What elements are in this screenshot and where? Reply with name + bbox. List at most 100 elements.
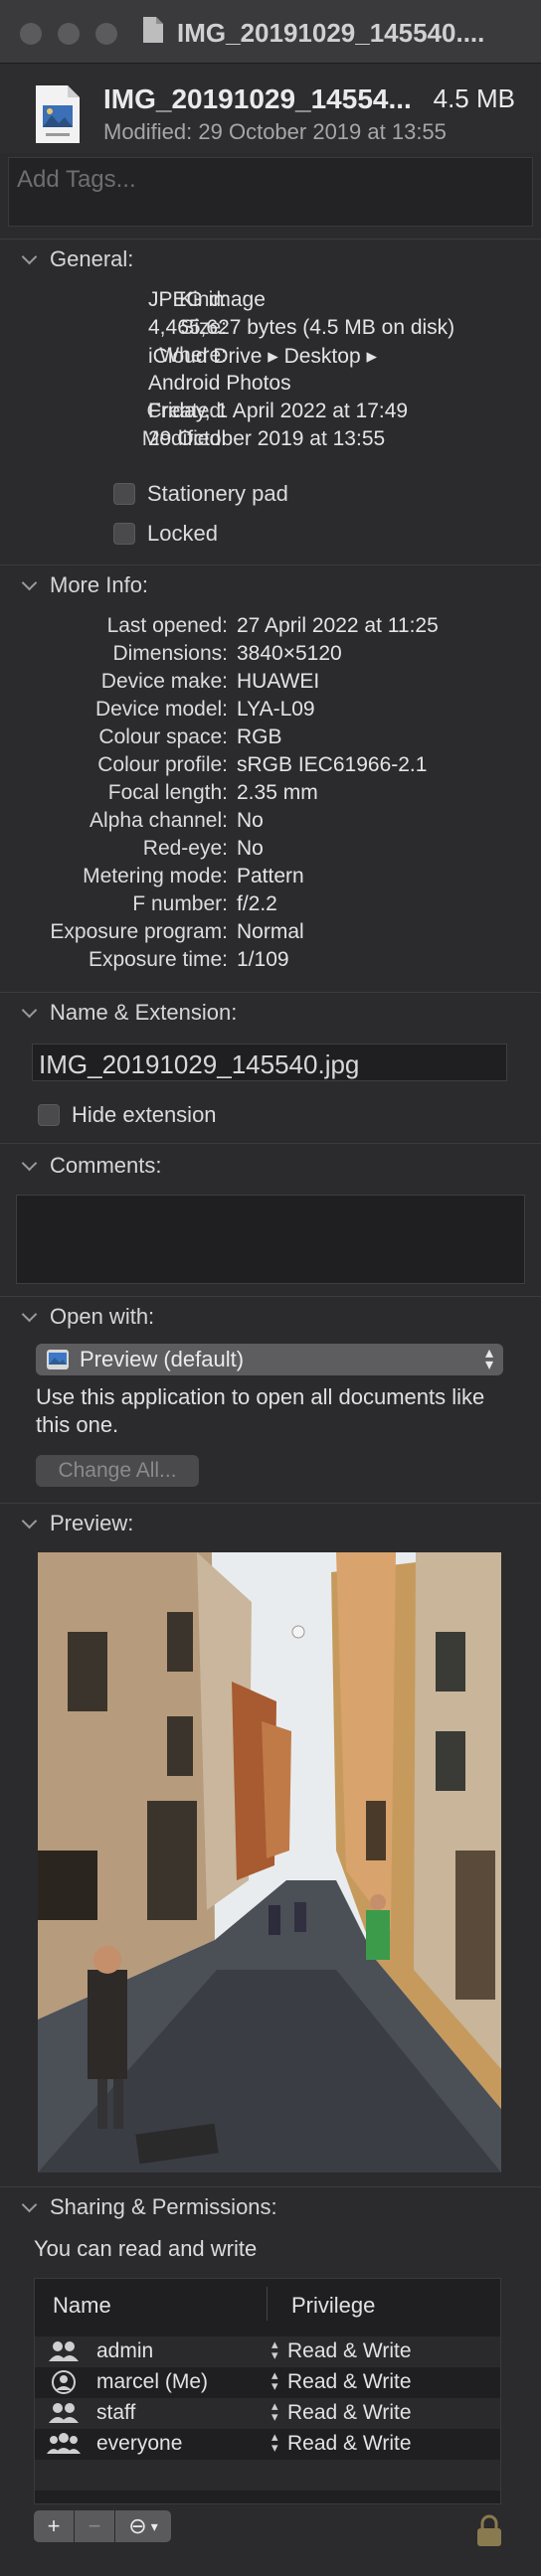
value: f/2.2 xyxy=(237,892,277,915)
permissions-table: Name Privilege admin ▴ ▾ Read & Write mar… xyxy=(34,2278,501,2504)
open-with-popup[interactable]: Preview (default) ▴ ▾ xyxy=(36,1344,503,1375)
table-row-empty xyxy=(35,2460,500,2491)
file-name-value: IMG_20191029_145540.jpg xyxy=(39,1049,360,1079)
label: Dimensions: xyxy=(112,642,228,665)
section-comments-toggle[interactable]: Comments: xyxy=(0,1149,541,1183)
user-name: staff xyxy=(96,2401,136,2424)
divider xyxy=(0,1296,541,1297)
table-row[interactable]: admin ▴ ▾ Read & Write xyxy=(35,2336,500,2367)
file-name: IMG_20191029_14554... xyxy=(103,83,412,114)
info-window: IMG_20191029_145540.... IMG_20191029_145… xyxy=(0,0,541,2576)
zoom-button[interactable] xyxy=(95,23,117,45)
table-row[interactable]: staff ▴ ▾ Read & Write xyxy=(35,2398,500,2429)
label: Focal length: xyxy=(107,781,228,804)
table-row[interactable]: everyone ▴ ▾ Read & Write xyxy=(35,2429,500,2460)
chevron-down-icon: ▾ xyxy=(150,2517,158,2534)
chevron-down-icon xyxy=(0,1300,50,1334)
checkbox-label: Hide extension xyxy=(72,1102,217,1127)
label: Device make: xyxy=(100,670,228,693)
street-photo-preview xyxy=(38,1552,501,2173)
value: HUAWEI xyxy=(237,670,320,693)
locked-checkbox[interactable]: Locked xyxy=(113,521,218,547)
section-name-extension-toggle[interactable]: Name & Extension: xyxy=(0,996,541,1030)
checkbox[interactable] xyxy=(38,1104,60,1126)
change-all-button[interactable]: Change All... xyxy=(36,1455,199,1487)
info-row-colour-profile: Colour profile: sRGB IEC61966-2.1 xyxy=(0,753,541,781)
add-user-button[interactable]: + xyxy=(34,2510,74,2542)
open-with-app-label: Preview (default) xyxy=(80,1347,245,1371)
chevron-down-icon xyxy=(0,1149,50,1183)
value: Normal xyxy=(237,920,304,943)
stationery-pad-checkbox[interactable]: Stationery pad xyxy=(113,481,288,507)
document-icon xyxy=(143,17,163,43)
value: LYA-L09 xyxy=(237,698,315,721)
lock-icon[interactable] xyxy=(475,2514,503,2548)
section-title: Sharing & Permissions: xyxy=(50,2194,277,2219)
user-name: admin xyxy=(96,2339,154,2362)
checkbox-label: Stationery pad xyxy=(147,481,288,506)
tags-placeholder: Add Tags... xyxy=(17,166,136,193)
section-title: More Info: xyxy=(50,572,149,597)
action-menu-button[interactable]: ⊖ ▾ xyxy=(115,2510,171,2542)
section-title: Preview: xyxy=(50,1511,134,1535)
info-row-f-number: F number: f/2.2 xyxy=(0,892,541,920)
section-title: General: xyxy=(50,246,134,271)
info-row-focal-length: Focal length: 2.35 mm xyxy=(0,781,541,809)
more-options-icon: ⊖ xyxy=(128,2513,147,2538)
section-sharing-toggle[interactable]: Sharing & Permissions: xyxy=(0,2190,541,2224)
value: RGB xyxy=(237,725,282,748)
checkbox[interactable] xyxy=(113,483,135,505)
value: Pattern xyxy=(237,865,304,887)
label: F number: xyxy=(132,892,228,915)
chevron-down-icon xyxy=(0,1507,50,1540)
divider xyxy=(0,564,541,565)
preview-app-icon xyxy=(47,1350,69,1369)
privilege-popup[interactable]: Read & Write xyxy=(287,2370,412,2394)
file-name-field[interactable]: IMG_20191029_145540.jpg xyxy=(32,1044,507,1081)
table-header: Name Privilege xyxy=(35,2279,500,2329)
image-preview xyxy=(38,1552,501,2173)
comments-field[interactable] xyxy=(16,1195,525,1284)
tags-field[interactable]: Add Tags... xyxy=(8,157,533,227)
section-preview-toggle[interactable]: Preview: xyxy=(0,1507,541,1540)
user-icon xyxy=(52,2370,76,2394)
value: 4,465,627 bytes (4.5 MB on disk) xyxy=(148,316,455,339)
divider xyxy=(0,1143,541,1144)
value: No xyxy=(237,837,264,860)
privilege-popup[interactable]: Read & Write xyxy=(287,2432,412,2456)
divider xyxy=(0,1503,541,1504)
info-row-where: Where: iCloud Drive ▸ Desktop ▸ xyxy=(0,344,541,372)
minimize-button[interactable] xyxy=(58,23,80,45)
section-open-with-toggle[interactable]: Open with: xyxy=(0,1300,541,1334)
user-name: everyone xyxy=(96,2432,183,2455)
close-button[interactable] xyxy=(20,23,42,45)
table-row[interactable]: marcel (Me) ▴ ▾ Read & Write xyxy=(35,2367,500,2398)
column-header-privilege[interactable]: Privilege xyxy=(291,2293,375,2319)
value: JPEG image xyxy=(148,288,266,311)
info-row-size: Size: 4,465,627 bytes (4.5 MB on disk) xyxy=(0,316,541,344)
label: Exposure time: xyxy=(88,948,228,971)
info-row-dimensions: Dimensions: 3840×5120 xyxy=(0,642,541,670)
privilege-popup[interactable]: Read & Write xyxy=(287,2401,412,2425)
section-title: Comments: xyxy=(50,1153,162,1178)
section-general-toggle[interactable]: General: xyxy=(0,242,541,276)
checkbox[interactable] xyxy=(113,523,135,545)
value: 27 April 2022 at 11:25 xyxy=(237,614,439,637)
divider xyxy=(0,239,541,240)
info-row-where-cont: Android Photos xyxy=(0,372,541,400)
section-more-info-toggle[interactable]: More Info: xyxy=(0,568,541,602)
chevron-up-down-icon: ▴ ▾ xyxy=(271,2429,278,2455)
window-title: IMG_20191029_145540.... xyxy=(177,18,485,48)
jpeg-file-icon xyxy=(36,85,80,143)
info-row-created: Created: Friday, 1 April 2022 at 17:49 xyxy=(0,400,541,427)
column-header-name[interactable]: Name xyxy=(53,2293,111,2319)
label: Metering mode: xyxy=(83,865,228,887)
value: 2.35 mm xyxy=(237,781,318,804)
remove-user-button[interactable]: − xyxy=(75,2510,114,2542)
info-row-last-opened: Last opened: 27 April 2022 at 11:25 xyxy=(0,614,541,642)
section-title: Open with: xyxy=(50,1304,155,1329)
chevron-up-down-icon: ▴ ▾ xyxy=(271,2398,278,2424)
info-row-red-eye: Red-eye: No xyxy=(0,837,541,865)
privilege-popup[interactable]: Read & Write xyxy=(287,2339,412,2363)
hide-extension-checkbox[interactable]: Hide extension xyxy=(38,1102,217,1128)
